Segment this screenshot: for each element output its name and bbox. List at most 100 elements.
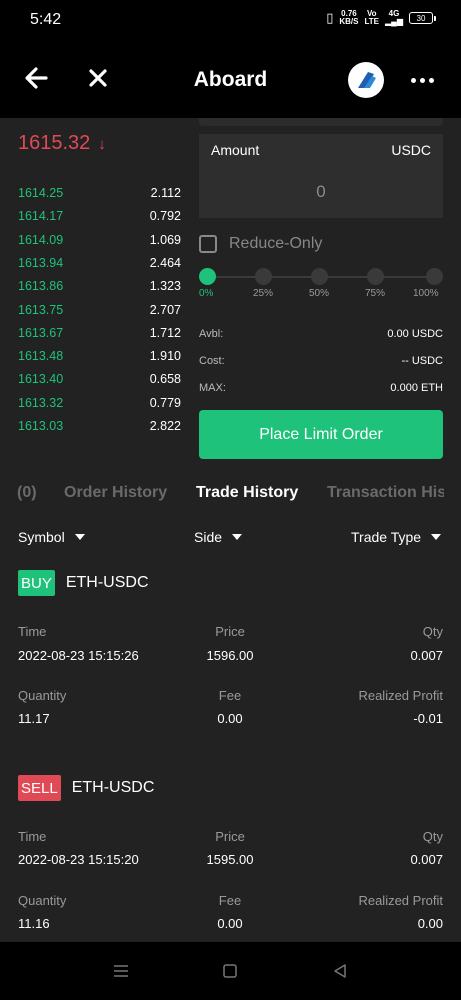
- vibrate-icon: ▯: [326, 10, 334, 25]
- slider-stop-100[interactable]: [426, 268, 443, 285]
- trade-type-filter[interactable]: Trade Type: [351, 529, 442, 545]
- more-horizontal-icon[interactable]: [404, 62, 440, 98]
- qty-label: Qty: [422, 829, 443, 844]
- trade-quantity: 11.16: [18, 916, 50, 931]
- avbl-row: Avbl: 0.00 USDC: [199, 328, 443, 342]
- back-nav-button[interactable]: [330, 961, 350, 981]
- order-book-price: 1614.17: [18, 209, 64, 224]
- slider-stop-50[interactable]: [311, 268, 328, 285]
- order-book-row[interactable]: 1613.32 0.779: [18, 396, 181, 414]
- history-tabs: (0) Order History Trade History Transact…: [0, 484, 461, 508]
- order-book-size: 1.069: [149, 232, 181, 247]
- slider-label: 50%: [309, 288, 330, 299]
- net-speed: 0.76 KB/S: [339, 9, 359, 26]
- trade-header: SELL ETH-USDC: [18, 775, 154, 801]
- order-book-size: 0.658: [149, 372, 181, 387]
- trade-time: 2022-08-23 15:15:26: [18, 648, 139, 663]
- side-filter[interactable]: Side: [194, 529, 243, 545]
- price-label: Price: [215, 624, 245, 639]
- order-book-price: 1614.09: [18, 232, 64, 247]
- form-top-edge: [199, 118, 443, 126]
- order-book-size: 2.822: [149, 419, 181, 433]
- realized-profit-label: Realized Profit: [358, 688, 443, 703]
- home-button[interactable]: [220, 961, 240, 981]
- max-row: MAX: 0.000 ETH: [199, 382, 443, 396]
- page-title: Aboard: [193, 68, 268, 91]
- trade-time: 2022-08-23 15:15:20: [18, 852, 139, 867]
- trade-record: BUY ETH-USDC Time Price Qty 2022-08-23 1…: [18, 570, 443, 740]
- quantity-label: Quantity: [18, 688, 67, 703]
- trade-panel: 1615.32 ↓ 1614.25 2.112 1614.17 0.792 1614.09…: [0, 118, 461, 942]
- order-book-price: 1613.48: [18, 349, 64, 364]
- order-book-row[interactable]: 1614.25 2.112: [18, 186, 181, 204]
- triangle-back-icon: [334, 964, 346, 978]
- slider-labels: 0% 25% 50% 75% 100%: [199, 288, 443, 302]
- system-nav-bar: [0, 942, 461, 1000]
- order-book-price: 1613.32: [18, 395, 64, 410]
- trade-quantity: 11.17: [18, 711, 50, 726]
- signal-icon: 4G ▂▄▆: [385, 9, 403, 26]
- aboard-logo-icon[interactable]: [348, 62, 384, 98]
- order-book-size: 2.112: [150, 186, 181, 200]
- quantity-label: Quantity: [18, 893, 67, 908]
- tab-order-history[interactable]: Order History: [64, 484, 167, 502]
- caret-down-icon: [431, 534, 442, 540]
- recent-apps-button[interactable]: [111, 961, 131, 981]
- order-book-row[interactable]: 1614.17 0.792: [18, 209, 181, 227]
- order-book-row[interactable]: 1613.75 2.707: [18, 303, 181, 321]
- slider-label: 25%: [253, 288, 274, 299]
- fee-label: Fee: [218, 688, 242, 703]
- slider-stop-25[interactable]: [255, 268, 272, 285]
- place-limit-order-button[interactable]: Place Limit Order: [199, 410, 443, 459]
- status-icons: ▯ 0.76 KB/S Vo LTE 4G ▂▄▆ 30: [326, 9, 436, 26]
- reduce-only-label: Reduce-Only: [229, 235, 323, 252]
- qty-label: Qty: [422, 624, 443, 639]
- reduce-only-checkbox[interactable]: [199, 235, 217, 253]
- order-book-price: 1613.03: [18, 419, 64, 433]
- fee-label: Fee: [218, 893, 242, 908]
- tab-trade-history[interactable]: Trade History: [196, 484, 298, 502]
- price-down-icon: ↓: [98, 136, 106, 153]
- trade-filters: Symbol Side Trade Type: [0, 529, 461, 547]
- reduce-only-toggle[interactable]: Reduce-Only: [199, 234, 322, 254]
- order-book-row[interactable]: 1613.94 2.464: [18, 256, 181, 274]
- trade-header: BUY ETH-USDC: [18, 570, 149, 596]
- cost-label: Cost:: [199, 355, 225, 367]
- max-label: MAX:: [199, 382, 226, 394]
- side-filter-label: Side: [194, 529, 223, 545]
- caret-down-icon: [232, 534, 243, 540]
- home-square-icon: [223, 964, 237, 978]
- avbl-label: Avbl:: [199, 328, 224, 340]
- order-book-row[interactable]: 1614.09 1.069: [18, 233, 181, 251]
- realized-profit-label: Realized Profit: [358, 893, 443, 908]
- trade-price: 1596.00: [206, 648, 254, 663]
- amount-header: Amount USDC: [199, 134, 443, 166]
- tab-open-orders[interactable]: (0): [17, 484, 37, 502]
- slider-stop-0[interactable]: [199, 268, 216, 285]
- side-badge: BUY: [18, 570, 55, 596]
- tab-transaction-history[interactable]: Transaction His: [327, 484, 444, 502]
- order-book-row[interactable]: 1613.40 0.658: [18, 372, 181, 390]
- order-book-row[interactable]: 1613.48 1.910: [18, 349, 181, 367]
- order-book-price: 1613.94: [18, 255, 64, 270]
- order-book-row[interactable]: 1613.03 2.822: [18, 419, 181, 437]
- cost-value: -- USDC: [401, 355, 443, 367]
- trade-price: 1595.00: [206, 852, 254, 867]
- slider-stop-75[interactable]: [367, 268, 384, 285]
- trade-type-filter-label: Trade Type: [351, 529, 422, 545]
- order-book-size: 0.792: [149, 209, 181, 224]
- order-book-row[interactable]: 1613.86 1.323: [18, 279, 181, 297]
- order-book-price: 1613.86: [18, 279, 64, 294]
- cost-row: Cost: -- USDC: [199, 355, 443, 369]
- menu-icon: [114, 965, 128, 977]
- order-book-row[interactable]: 1613.67 1.712: [18, 326, 181, 344]
- app-header: Aboard: [0, 40, 461, 118]
- amount-slider[interactable]: [199, 268, 443, 286]
- trade-symbol: ETH-USDC: [65, 574, 149, 591]
- status-time: 5:42: [30, 11, 62, 28]
- symbol-filter[interactable]: Symbol: [18, 529, 85, 545]
- slider-label: 0%: [199, 288, 214, 299]
- amount-input[interactable]: 0: [199, 166, 443, 218]
- slider-label: 100%: [413, 288, 439, 299]
- amount-unit: USDC: [391, 142, 431, 158]
